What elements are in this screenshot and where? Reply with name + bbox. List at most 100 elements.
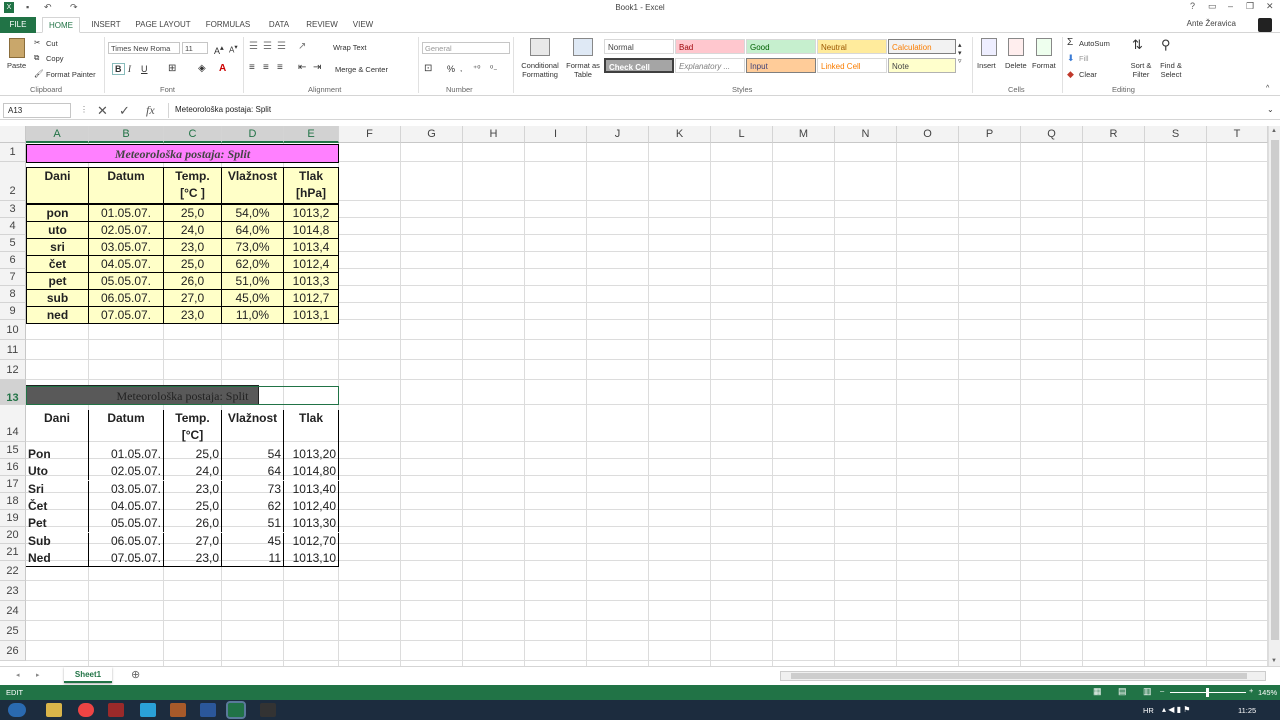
table1-cell[interactable]: 26,0 — [163, 272, 222, 290]
table2-cell[interactable]: 25,0 — [164, 497, 222, 515]
column-header-k[interactable]: K — [649, 126, 711, 143]
row-header-3[interactable]: 3 — [0, 201, 26, 218]
row-header-10[interactable]: 10 — [0, 320, 26, 340]
style-neutral[interactable]: Neutral — [817, 39, 887, 54]
table2-cell[interactable]: 1014,80 — [284, 463, 339, 481]
tab-review[interactable]: REVIEW — [303, 17, 341, 33]
column-header-d[interactable]: D — [222, 126, 284, 143]
language-indicator[interactable]: HR — [1143, 706, 1154, 715]
sort-filter-button[interactable]: Sort & Filter — [1126, 61, 1156, 79]
percent-button[interactable]: % — [447, 64, 455, 74]
fill-button[interactable]: Fill — [1079, 54, 1089, 63]
autosum-icon[interactable]: Σ — [1067, 37, 1073, 48]
table1-cell[interactable]: 54,0% — [221, 204, 284, 222]
enter-icon[interactable]: ✓ — [119, 103, 130, 119]
tab-file[interactable]: FILE — [0, 17, 36, 33]
table1-cell[interactable]: 25,0 — [163, 204, 222, 222]
horizontal-scrollbar[interactable] — [780, 671, 1266, 681]
chrome-icon[interactable] — [78, 703, 94, 717]
column-header-g[interactable]: G — [401, 126, 463, 143]
table2-cell[interactable]: Čet — [26, 497, 89, 515]
table1-cell[interactable]: 51,0% — [221, 272, 284, 290]
row-header-5[interactable]: 5 — [0, 235, 26, 252]
row-header-19[interactable]: 19 — [0, 510, 26, 527]
table2-header-vlaznost[interactable]: Vlažnost — [222, 410, 284, 446]
vertical-scrollbar[interactable]: ▲ ▼ — [1268, 126, 1280, 666]
row-header-13[interactable]: 13 — [0, 380, 26, 405]
delete-cells-icon[interactable] — [1008, 38, 1024, 56]
table2-cell[interactable]: 45 — [222, 532, 284, 550]
decrease-indent-icon[interactable]: ⇤ — [298, 62, 306, 73]
table2-header-temp[interactable]: Temp. [°C] — [164, 410, 222, 446]
tab-view[interactable]: VIEW — [349, 17, 377, 33]
tab-insert[interactable]: INSERT — [88, 17, 124, 33]
column-header-q[interactable]: Q — [1021, 126, 1083, 143]
page-layout-view-icon[interactable]: ▤ — [1118, 686, 1127, 697]
table1-cell[interactable]: 02.05.07. — [88, 221, 164, 239]
table2-cell[interactable]: 11 — [222, 549, 284, 567]
tab-home[interactable]: HOME — [42, 17, 80, 33]
column-header-o[interactable]: O — [897, 126, 959, 143]
zoom-out-icon[interactable]: – — [1160, 686, 1164, 695]
table2-cell[interactable]: Sub — [26, 532, 89, 550]
row-header-18[interactable]: 18 — [0, 493, 26, 510]
align-top-icon[interactable]: ☰ — [249, 41, 258, 52]
row-header-16[interactable]: 16 — [0, 459, 26, 476]
tab-page-layout[interactable]: PAGE LAYOUT — [134, 17, 192, 33]
format-button[interactable]: Format — [1032, 61, 1056, 70]
row-header-26[interactable]: 26 — [0, 641, 26, 661]
excel-taskbar-icon[interactable] — [226, 701, 246, 719]
table1-cell[interactable]: 05.05.07. — [88, 272, 164, 290]
table2-cell[interactable]: 04.05.07. — [89, 497, 164, 515]
ribbon-display-icon[interactable]: ▭ — [1208, 1, 1217, 12]
column-header-j[interactable]: J — [587, 126, 649, 143]
table1-cell[interactable]: 25,0 — [163, 255, 222, 273]
table1-cell[interactable]: uto — [26, 221, 89, 239]
new-sheet-icon[interactable]: ⊕ — [131, 668, 140, 681]
table2-cell[interactable]: 1013,30 — [284, 515, 339, 533]
delete-button[interactable]: Delete — [1005, 61, 1027, 70]
style-normal[interactable]: Normal — [604, 39, 674, 54]
decrease-decimal-icon[interactable]: ⁰₋ — [490, 64, 497, 73]
column-header-b[interactable]: B — [89, 126, 164, 143]
column-header-h[interactable]: H — [463, 126, 525, 143]
table2-cell[interactable]: 26,0 — [164, 515, 222, 533]
table1-header-vlaznost[interactable]: Vlažnost — [221, 167, 284, 204]
row-header-1[interactable]: 1 — [0, 143, 26, 162]
table1-cell[interactable]: sri — [26, 238, 89, 256]
app-icon[interactable] — [108, 703, 124, 717]
tab-data[interactable]: DATA — [263, 17, 295, 33]
zoom-level[interactable]: 145% — [1258, 688, 1277, 697]
increase-decimal-icon[interactable]: ⁺⁰ — [473, 64, 480, 73]
row-header-15[interactable]: 15 — [0, 442, 26, 459]
table1-header-temp[interactable]: Temp. [°C ] — [163, 167, 222, 204]
cut-button[interactable]: Cut — [46, 39, 58, 48]
column-header-n[interactable]: N — [835, 126, 897, 143]
clear-icon[interactable]: ◆ — [1067, 69, 1074, 80]
row-header-21[interactable]: 21 — [0, 544, 26, 561]
paste-button[interactable]: Paste — [7, 61, 26, 70]
table2-cell[interactable]: 62 — [222, 497, 284, 515]
column-header-i[interactable]: I — [525, 126, 587, 143]
format-as-table-button[interactable]: Format as Table — [564, 61, 602, 79]
table2-cell[interactable]: 06.05.07. — [89, 532, 164, 550]
formula-input[interactable]: Meteorološka postaja: Split — [168, 103, 1276, 118]
table2-cell[interactable]: 01.05.07. — [89, 446, 164, 463]
table2-cell[interactable]: 73 — [222, 480, 284, 498]
column-header-p[interactable]: P — [959, 126, 1021, 143]
table1-cell[interactable]: 1013,2 — [283, 204, 339, 222]
calculator-icon[interactable] — [170, 703, 186, 717]
column-header-m[interactable]: M — [773, 126, 835, 143]
font-color-icon[interactable]: A — [219, 63, 226, 74]
table2-cell[interactable]: Pon — [26, 446, 89, 463]
fill-icon[interactable]: ⬇ — [1067, 53, 1075, 64]
word-icon[interactable] — [200, 703, 216, 717]
increase-font-icon[interactable]: A▴ — [214, 43, 224, 56]
formula-bar-options-icon[interactable]: ⋮ — [80, 105, 88, 114]
table1-cell[interactable]: 01.05.07. — [88, 204, 164, 222]
row-header-20[interactable]: 20 — [0, 527, 26, 544]
scroll-down-icon[interactable]: ▼ — [1271, 658, 1277, 664]
conditional-formatting-icon[interactable] — [530, 38, 550, 56]
format-painter-button[interactable]: Format Painter — [46, 70, 96, 79]
table2-cell[interactable]: Sri — [26, 480, 89, 498]
